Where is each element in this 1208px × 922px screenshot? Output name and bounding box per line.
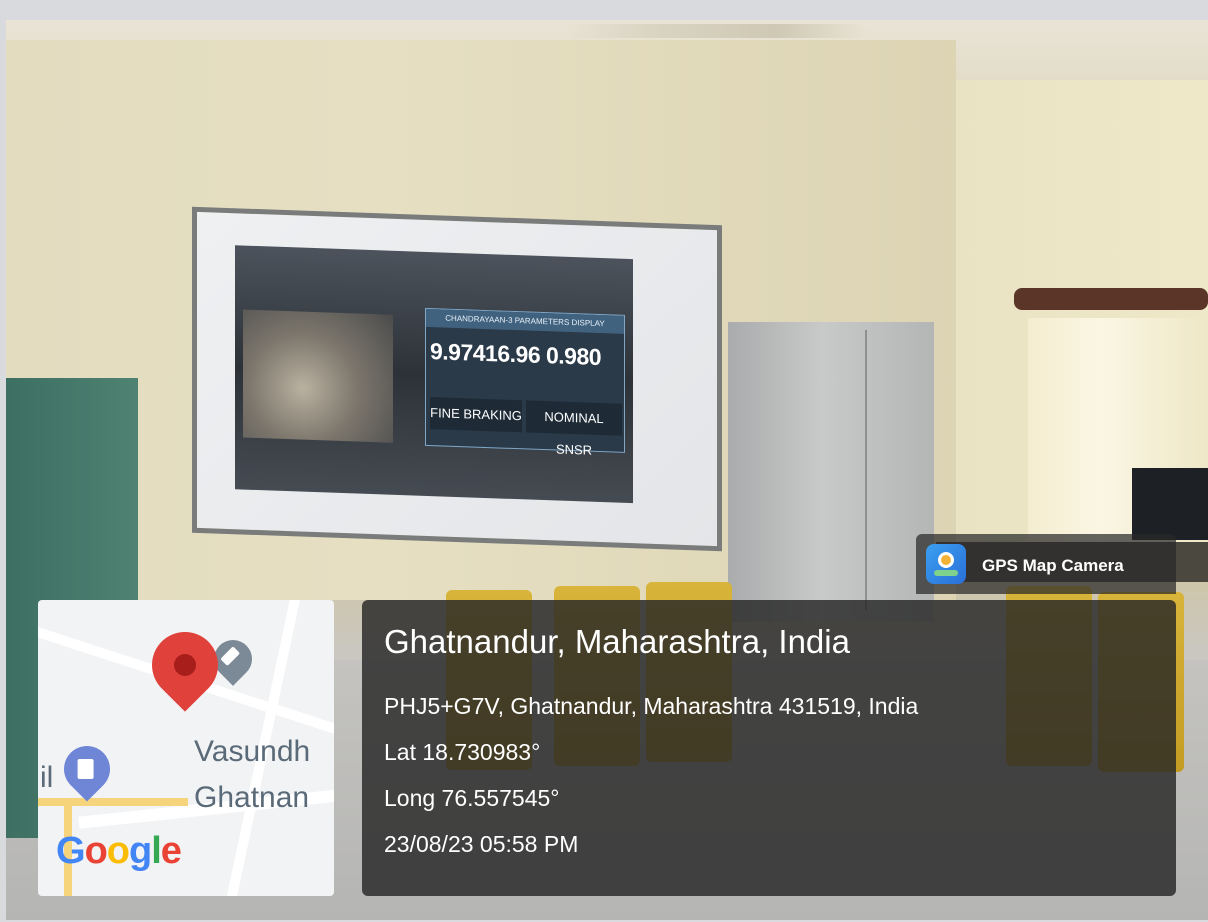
ceiling-fan	[566, 24, 866, 38]
latitude: Lat 18.730983°	[384, 739, 541, 765]
sequence-state: FINE BRAKING	[430, 397, 522, 433]
location-dot	[938, 552, 954, 568]
curtain-rod	[1014, 288, 1208, 310]
pin-center-dot	[169, 649, 201, 681]
parameters-header: CHANDRAYAAN-3 PARAMETERS DISPLAY	[426, 308, 624, 334]
projected-image: CHANDRAYAAN-3 PARAMETERS DISPLAY 9.97416…	[235, 245, 633, 504]
fuel-station-pin-icon	[54, 736, 120, 802]
map-place-label: Ghatnan	[194, 781, 310, 814]
parameters-panel: CHANDRAYAAN-3 PARAMETERS DISPLAY 9.97416…	[425, 307, 625, 458]
steel-almirah	[728, 322, 934, 622]
almirah-door-seam	[865, 330, 867, 610]
address-line: PHJ5+G7V, Ghatnandur, Maharashtra 431519…	[384, 693, 919, 719]
fuel-pump-icon	[77, 759, 94, 779]
graduation-cap-icon	[220, 646, 241, 667]
location-title: Ghatnandur, Maharashtra, India	[384, 623, 850, 660]
gps-map-camera-icon	[926, 544, 966, 584]
longitude: Long 76.557545°	[384, 785, 560, 811]
location-pin-icon	[138, 618, 232, 712]
lunar-surface-video	[243, 309, 393, 443]
map-thumbnail: il Vasundh Ghatnan Google	[38, 600, 334, 896]
map-label-fragment: il	[40, 761, 54, 794]
map-place-label: Vasundh	[194, 735, 311, 768]
map-base	[934, 570, 958, 576]
gps-app-label: GPS Map Camera	[982, 556, 1124, 575]
timestamp: 23/08/23 05:58 PM	[384, 831, 579, 857]
projection-screen: CHANDRAYAAN-3 PARAMETERS DISPLAY 9.97416…	[192, 206, 722, 552]
google-logo: Google	[56, 830, 182, 872]
map-highway	[38, 798, 188, 806]
sensor-state: NOMINAL SNSR	[526, 400, 622, 458]
parameters-values: 9.97416.96 0.980	[430, 338, 602, 371]
computer-monitor	[1132, 468, 1208, 540]
